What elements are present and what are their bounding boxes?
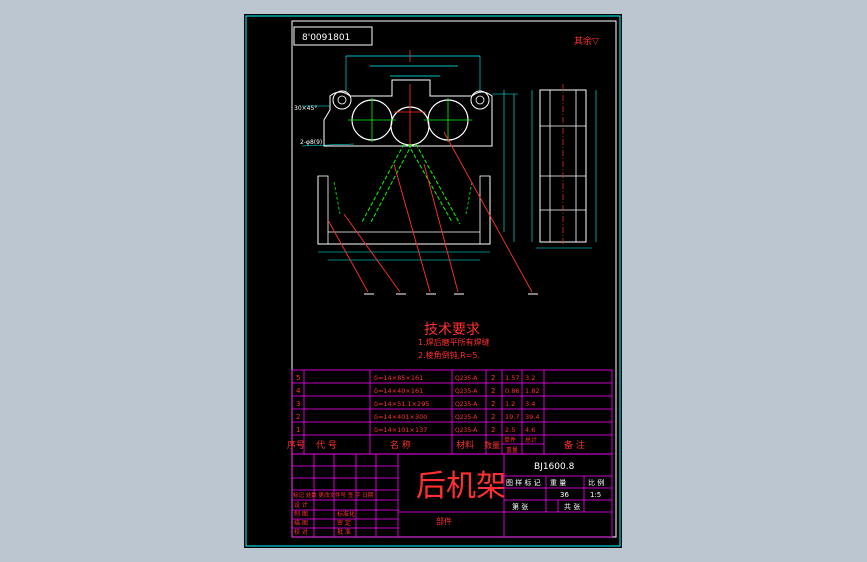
scale-value: 1:5 <box>590 491 601 499</box>
code-box-text: 8'0091801 <box>302 33 350 43</box>
change-row: 标记 处数 更改文件号 签 字 日期 <box>293 491 374 499</box>
sheet-label: 第 张 <box>512 502 528 511</box>
assembly-note: 部件 <box>436 516 452 526</box>
sign-role-1: 标准化 <box>337 510 355 518</box>
parts-cell-material: Q235-A <box>455 388 478 395</box>
scale-header: 比 例 <box>588 478 604 487</box>
front-view: 30×45° 2-φ8(9) <box>294 50 538 295</box>
parts-cell-name: δ=14×40×161 <box>374 387 423 395</box>
parts-cell-name: δ=14×51.1×295 <box>374 400 429 408</box>
parts-cell-no: 2 <box>296 413 300 421</box>
weight-header: 重 量 <box>550 479 566 487</box>
inner-frame <box>291 20 617 538</box>
chamfer-note: 30×45° <box>294 105 317 112</box>
hdr-qty: 数量 <box>484 440 500 450</box>
parts-cell-no: 1 <box>296 426 300 434</box>
parts-cell-material: Q235-A <box>455 401 478 408</box>
role-3: 描 图 <box>294 519 308 527</box>
parts-cell-qty: 2 <box>491 426 495 434</box>
hdr-unit: 单件 <box>504 436 516 444</box>
parts-cell-unit: 0.86 <box>505 387 519 395</box>
role-1: 设 计 <box>294 501 308 509</box>
parts-cell-name: δ=14×401×300 <box>374 413 427 421</box>
parts-cell-no: 3 <box>296 400 300 408</box>
parts-cell-qty: 2 <box>491 374 495 382</box>
parts-cell-unit: 19.7 <box>505 413 519 421</box>
drawing-no: BJ1600.8 <box>534 462 575 472</box>
hdr-no: 序号 <box>287 439 305 451</box>
total-label: 共 张 <box>564 502 580 511</box>
parts-cell-material: Q235-A <box>455 375 478 382</box>
parts-cell-qty: 2 <box>491 400 495 408</box>
sign-role-2: 审 定 <box>337 519 351 527</box>
parts-cell-total: 39.4 <box>525 413 539 421</box>
hdr-code: 代 号 <box>316 440 337 451</box>
parts-cell-unit: 1.2 <box>505 400 515 408</box>
tech-title: 技术要求 <box>424 322 480 338</box>
roughness-note: 其余▽ <box>574 35 599 47</box>
parts-cell-total: 1.82 <box>525 387 539 395</box>
hdr-remark: 备 注 <box>564 439 585 451</box>
title-block: 后机架 BJ1600.8 图 样 标 记 重 量 比 例 36 1:5 第 张 … <box>291 453 613 538</box>
parts-cell-no: 5 <box>296 374 300 382</box>
tech-item-2: 2.棱角倒钝,R=5. <box>418 350 480 360</box>
drawing-sheet: 8'0091801 其余▽ 30×45° 2-φ8(9) 技术要求 1.焊后磨平… <box>244 14 622 548</box>
parts-cell-name: δ=14×85×161 <box>374 374 423 382</box>
hdr-weight: 重量 <box>506 446 518 454</box>
parts-cell-material: Q235-A <box>455 427 478 434</box>
parts-cell-no: 4 <box>296 387 301 395</box>
parts-cell-qty: 2 <box>491 413 495 421</box>
role-4: 校 对 <box>294 528 308 536</box>
stage-header: 图 样 标 记 <box>506 478 541 487</box>
sign-role-3: 批 准 <box>337 528 351 536</box>
parts-cell-unit: 1.57 <box>505 374 519 382</box>
technical-drawing: 8'0091801 其余▽ 30×45° 2-φ8(9) 技术要求 1.焊后磨平… <box>245 15 621 547</box>
parts-cell-total: 3.4 <box>525 400 535 408</box>
hdr-material: 材料 <box>456 439 474 451</box>
parts-cell-qty: 2 <box>491 387 495 395</box>
parts-cell-material: Q235-A <box>455 414 478 421</box>
role-2: 制 图 <box>294 510 308 518</box>
hdr-name: 名 称 <box>390 439 411 451</box>
parts-cell-name: δ=14×101×137 <box>374 426 427 434</box>
parts-cell-total: 4.6 <box>525 426 535 434</box>
tech-item-1: 1.焊后磨平所有焊缝 <box>418 337 490 347</box>
side-view <box>531 84 597 249</box>
parts-list: 5 δ=14×85×161 Q235-A 2 1.57 3.2 4 δ=14×40×161 Q2… <box>287 369 613 455</box>
hdr-total: 总计 <box>525 436 537 444</box>
weight-value: 36 <box>560 491 569 499</box>
holes-note: 2-φ8(9) <box>300 139 322 146</box>
part-name: 后机架 <box>416 469 506 504</box>
parts-cell-total: 3.2 <box>525 374 535 382</box>
parts-cell-unit: 2.5 <box>505 426 515 434</box>
